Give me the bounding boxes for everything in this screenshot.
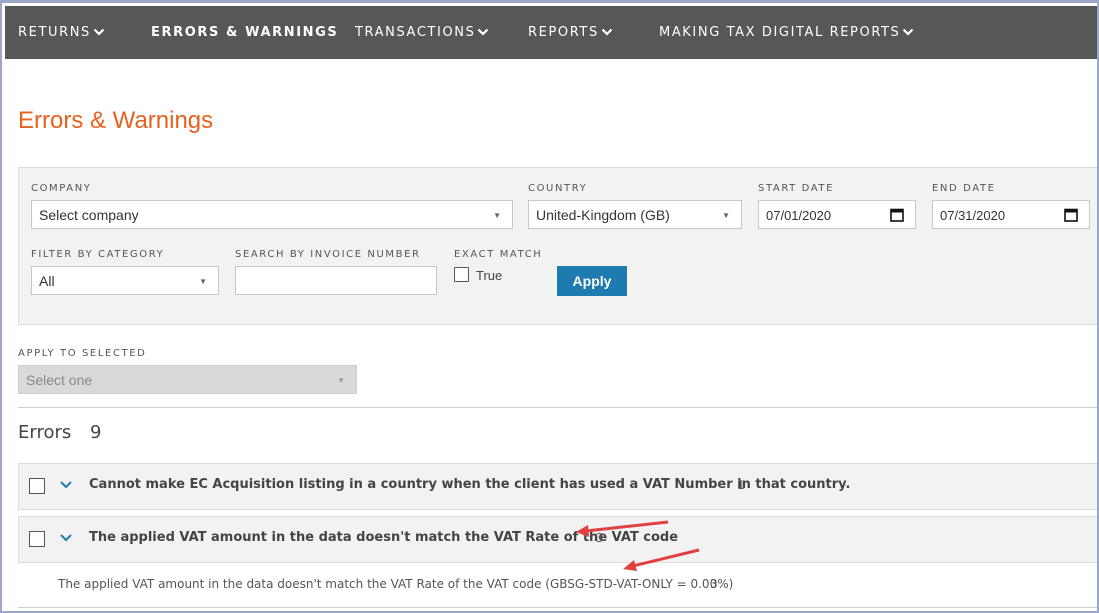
- nav-returns-label: RETURNS: [18, 24, 91, 40]
- invoice-search-input[interactable]: [235, 266, 437, 295]
- row-checkbox[interactable]: [29, 478, 45, 494]
- chevron-down-icon: [902, 26, 914, 38]
- caret-down-icon: ▼: [337, 376, 345, 385]
- start-date-label: START DATE: [758, 183, 835, 194]
- exact-match-label: EXACT MATCH: [454, 249, 543, 260]
- nav-returns[interactable]: RETURNS: [18, 22, 105, 42]
- company-select[interactable]: Select company ▼: [31, 200, 513, 229]
- errors-heading: Errors: [18, 422, 72, 443]
- errors-count: 9: [90, 422, 102, 443]
- start-date-value: 07/01/2020: [766, 208, 832, 223]
- chevron-down-icon[interactable]: [59, 478, 73, 496]
- error-detail-count: 3: [710, 577, 718, 591]
- error-row[interactable]: Cannot make EC Acquisition listing in a …: [18, 463, 1097, 510]
- company-label: COMPANY: [31, 183, 92, 194]
- error-detail-text: The applied VAT amount in the data doesn…: [58, 577, 734, 591]
- chevron-down-icon: [93, 26, 105, 38]
- invoice-search-label: SEARCH BY INVOICE NUMBER: [235, 249, 421, 260]
- apply-to-selected-select[interactable]: Select one ▼: [18, 365, 357, 394]
- country-select[interactable]: United-Kingdom (GB) ▼: [528, 200, 742, 229]
- category-label: FILTER BY CATEGORY: [31, 249, 165, 260]
- caret-down-icon: ▼: [493, 211, 501, 220]
- app-frame: RETURNS ERRORS & WARNINGS TRANSACTIONS R…: [0, 0, 1099, 613]
- row-checkbox[interactable]: [29, 531, 45, 547]
- nav-transactions-label: TRANSACTIONS: [355, 24, 476, 40]
- apply-to-selected-label: APPLY TO SELECTED: [18, 348, 147, 359]
- error-row[interactable]: The applied VAT amount in the data doesn…: [18, 516, 1097, 563]
- category-select[interactable]: All ▼: [31, 266, 219, 295]
- exact-match-checkbox[interactable]: [454, 267, 469, 282]
- category-select-value: All: [39, 273, 55, 289]
- annotation-arrow-icon: [623, 548, 700, 571]
- company-select-value: Select company: [39, 207, 139, 223]
- error-detail-row: The applied VAT amount in the data doesn…: [18, 564, 1097, 608]
- nav-errors-warnings-label: ERRORS & WARNINGS: [151, 24, 339, 40]
- caret-down-icon: ▼: [199, 277, 207, 286]
- section-divider: [18, 407, 1097, 408]
- top-nav: RETURNS ERRORS & WARNINGS TRANSACTIONS R…: [5, 6, 1097, 59]
- end-date-label: END DATE: [932, 183, 996, 194]
- apply-to-selected-value: Select one: [26, 372, 93, 388]
- start-date-input[interactable]: 07/01/2020: [758, 200, 916, 229]
- country-select-value: United-Kingdom (GB): [536, 207, 670, 223]
- chevron-down-icon: [477, 26, 489, 38]
- country-label: COUNTRY: [528, 183, 588, 194]
- filter-panel: COMPANY Select company ▼ COUNTRY United-…: [18, 167, 1097, 325]
- annotation-arrow-icon: [576, 520, 669, 537]
- nav-transactions[interactable]: TRANSACTIONS: [355, 22, 489, 42]
- nav-mtd-reports[interactable]: MAKING TAX DIGITAL REPORTS: [659, 22, 914, 42]
- apply-button[interactable]: Apply: [557, 266, 627, 296]
- page-title: Errors & Warnings: [18, 107, 214, 134]
- error-row-count: 1: [737, 478, 745, 492]
- calendar-icon[interactable]: [890, 207, 904, 225]
- nav-mtd-reports-label: MAKING TAX DIGITAL REPORTS: [659, 24, 901, 40]
- chevron-down-icon[interactable]: [59, 531, 73, 549]
- end-date-input[interactable]: 07/31/2020: [932, 200, 1090, 229]
- nav-reports[interactable]: REPORTS: [528, 22, 613, 42]
- calendar-icon[interactable]: [1064, 207, 1078, 225]
- caret-down-icon: ▼: [722, 211, 730, 220]
- chevron-down-icon: [601, 26, 613, 38]
- end-date-value: 07/31/2020: [940, 208, 1006, 223]
- nav-reports-label: REPORTS: [528, 24, 599, 40]
- exact-match-option-label: True: [476, 268, 503, 283]
- nav-errors-warnings[interactable]: ERRORS & WARNINGS: [151, 22, 338, 42]
